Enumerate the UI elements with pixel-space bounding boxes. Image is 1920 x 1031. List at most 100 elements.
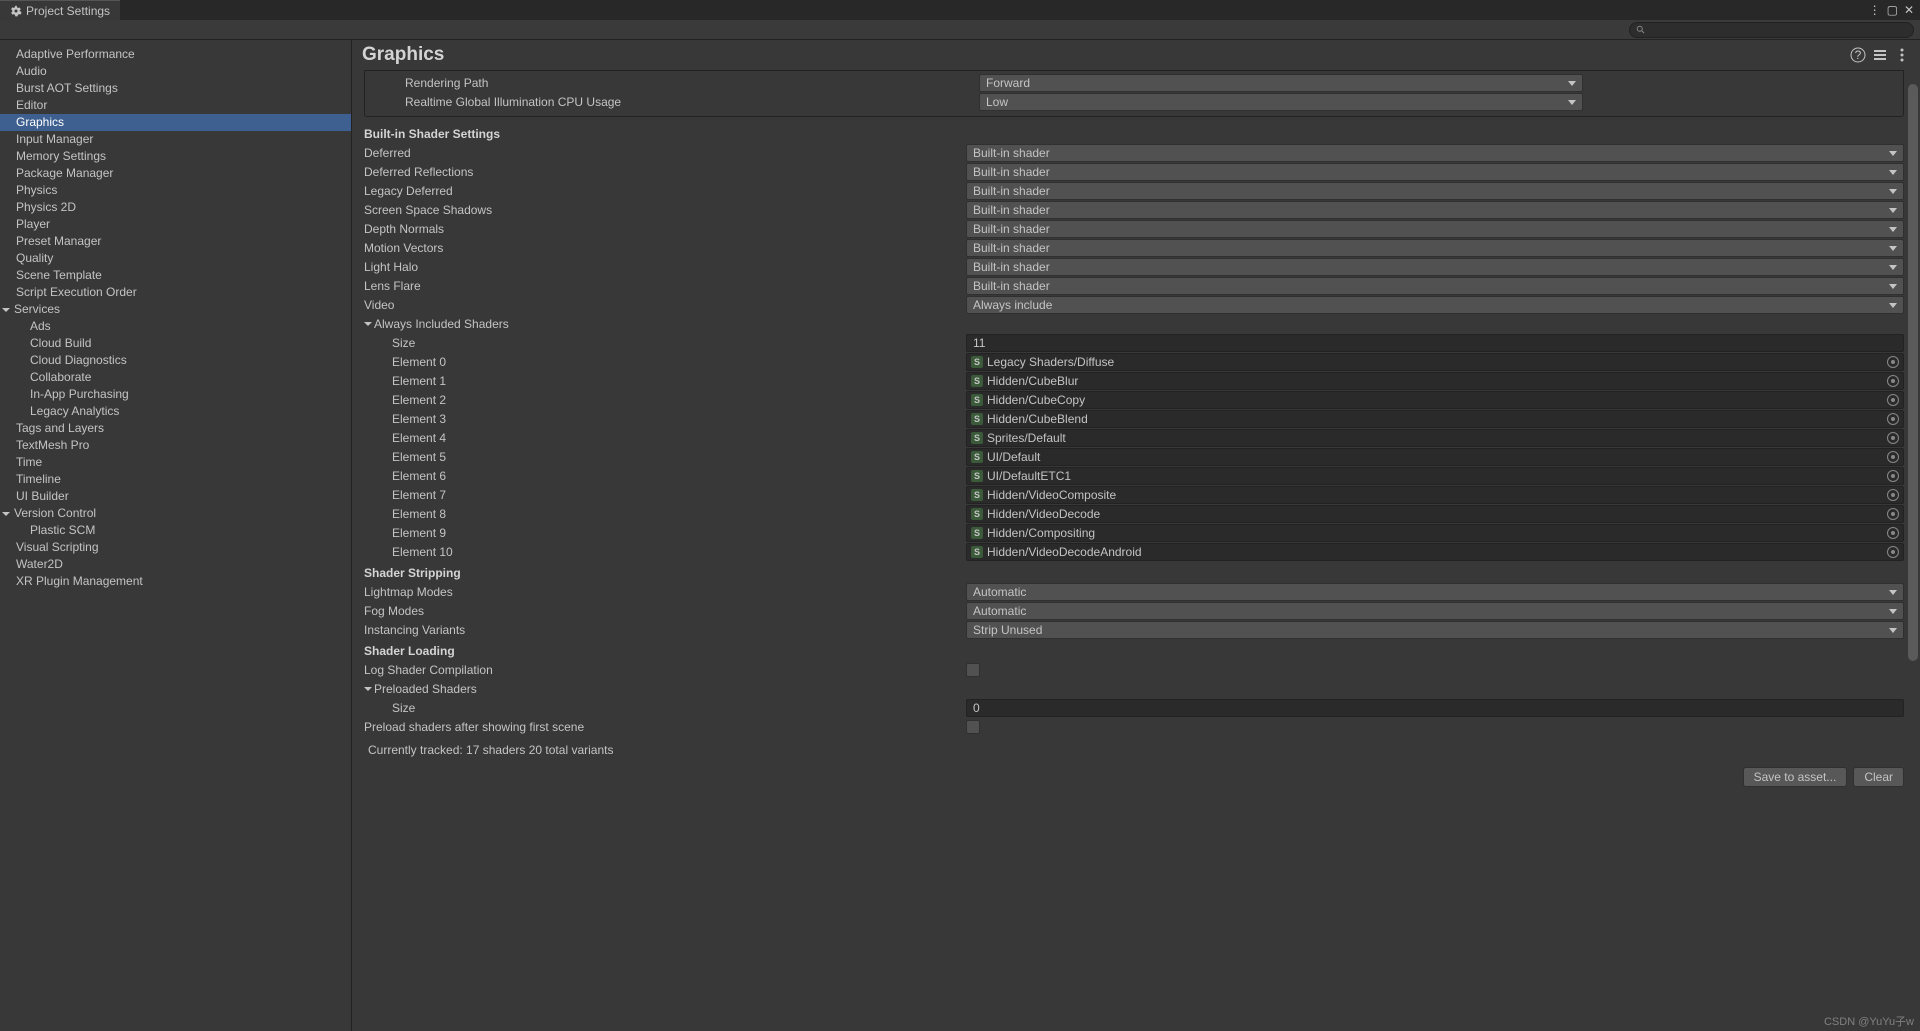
help-icon[interactable]: ? xyxy=(1850,47,1866,63)
shader-dropdown[interactable]: Built-in shader xyxy=(966,239,1904,257)
tab-bar: Project Settings ⋮ ▢ ✕ xyxy=(0,0,1920,20)
object-picker-icon[interactable] xyxy=(1887,413,1899,425)
maximize-icon[interactable]: ▢ xyxy=(1887,3,1898,17)
realtime-gi-dropdown[interactable]: Low xyxy=(979,93,1583,111)
sidebar-item-cloud-diagnostics[interactable]: Cloud Diagnostics xyxy=(0,352,351,369)
shader-object-field[interactable]: Hidden/VideoDecode xyxy=(966,505,1904,523)
sidebar-item-burst-aot-settings[interactable]: Burst AOT Settings xyxy=(0,80,351,97)
sidebar-item-cloud-build[interactable]: Cloud Build xyxy=(0,335,351,352)
sidebar-item-legacy-analytics[interactable]: Legacy Analytics xyxy=(0,403,351,420)
shader-object-field[interactable]: Legacy Shaders/Diffuse xyxy=(966,353,1904,371)
shader-object-field[interactable]: Hidden/VideoComposite xyxy=(966,486,1904,504)
object-picker-icon[interactable] xyxy=(1887,451,1899,463)
stripping-label: Instancing Variants xyxy=(352,623,966,637)
always-included-foldout[interactable]: Always Included Shaders xyxy=(352,315,1914,333)
tab-project-settings[interactable]: Project Settings xyxy=(0,0,120,20)
tab-title: Project Settings xyxy=(26,4,110,18)
sidebar-item-input-manager[interactable]: Input Manager xyxy=(0,131,351,148)
shader-object-field[interactable]: UI/Default xyxy=(966,448,1904,466)
shader-dropdown[interactable]: Built-in shader xyxy=(966,182,1904,200)
main-header: Graphics ? xyxy=(352,40,1920,70)
object-picker-icon[interactable] xyxy=(1887,394,1899,406)
element-label: Element 0 xyxy=(352,355,966,369)
close-icon[interactable]: ✕ xyxy=(1904,3,1914,17)
sidebar-item-scene-template[interactable]: Scene Template xyxy=(0,267,351,284)
element-label: Element 5 xyxy=(352,450,966,464)
preloaded-foldout[interactable]: Preloaded Shaders xyxy=(352,680,1914,698)
clear-button[interactable]: Clear xyxy=(1853,767,1904,787)
log-shader-checkbox[interactable] xyxy=(966,663,980,677)
shader-dropdown[interactable]: Built-in shader xyxy=(966,163,1904,181)
sidebar-item-visual-scripting[interactable]: Visual Scripting xyxy=(0,539,351,556)
object-picker-icon[interactable] xyxy=(1887,546,1899,558)
video-dropdown[interactable]: Always include xyxy=(966,296,1904,314)
shader-object-field[interactable]: Hidden/VideoDecodeAndroid xyxy=(966,543,1904,561)
sidebar-item-in-app-purchasing[interactable]: In-App Purchasing xyxy=(0,386,351,403)
shader-icon xyxy=(971,394,983,406)
sidebar-item-tags-and-layers[interactable]: Tags and Layers xyxy=(0,420,351,437)
stripping-label: Fog Modes xyxy=(352,604,966,618)
rendering-path-dropdown[interactable]: Forward xyxy=(979,74,1583,92)
sidebar-item-timeline[interactable]: Timeline xyxy=(0,471,351,488)
shader-dropdown[interactable]: Built-in shader xyxy=(966,201,1904,219)
shader-label: Light Halo xyxy=(352,260,966,274)
sidebar-item-graphics[interactable]: Graphics xyxy=(0,114,351,131)
shader-dropdown[interactable]: Built-in shader xyxy=(966,220,1904,238)
sidebar-item-ui-builder[interactable]: UI Builder xyxy=(0,488,351,505)
shader-object-field[interactable]: Hidden/CubeCopy xyxy=(966,391,1904,409)
preload-after-checkbox[interactable] xyxy=(966,720,980,734)
stripping-dropdown[interactable]: Strip Unused xyxy=(966,621,1904,639)
window-controls: ⋮ ▢ ✕ xyxy=(1869,0,1920,20)
object-picker-icon[interactable] xyxy=(1887,432,1899,444)
shader-object-field[interactable]: UI/DefaultETC1 xyxy=(966,467,1904,485)
sidebar-item-script-execution-order[interactable]: Script Execution Order xyxy=(0,284,351,301)
sidebar-item-xr-plugin-management[interactable]: XR Plugin Management xyxy=(0,573,351,590)
sidebar-item-version-control[interactable]: Version Control xyxy=(0,505,351,522)
sidebar-item-collaborate[interactable]: Collaborate xyxy=(0,369,351,386)
sidebar-item-physics-2d[interactable]: Physics 2D xyxy=(0,199,351,216)
shader-object-field[interactable]: Sprites/Default xyxy=(966,429,1904,447)
sidebar-item-audio[interactable]: Audio xyxy=(0,63,351,80)
object-picker-icon[interactable] xyxy=(1887,356,1899,368)
sidebar-item-time[interactable]: Time xyxy=(0,454,351,471)
sidebar-item-package-manager[interactable]: Package Manager xyxy=(0,165,351,182)
shader-dropdown[interactable]: Built-in shader xyxy=(966,144,1904,162)
sidebar-item-ads[interactable]: Ads xyxy=(0,318,351,335)
stripping-dropdown[interactable]: Automatic xyxy=(966,602,1904,620)
object-picker-icon[interactable] xyxy=(1887,489,1899,501)
included-size-input[interactable]: 11 xyxy=(966,334,1904,352)
sidebar-item-player[interactable]: Player xyxy=(0,216,351,233)
sidebar-item-quality[interactable]: Quality xyxy=(0,250,351,267)
sidebar-item-water2d[interactable]: Water2D xyxy=(0,556,351,573)
scrollbar[interactable] xyxy=(1906,70,1920,1031)
more-icon[interactable] xyxy=(1894,47,1910,63)
menu-icon[interactable]: ⋮ xyxy=(1869,3,1881,17)
sidebar-item-physics[interactable]: Physics xyxy=(0,182,351,199)
shader-object-field[interactable]: Hidden/CubeBlend xyxy=(966,410,1904,428)
shader-object-field[interactable]: Hidden/CubeBlur xyxy=(966,372,1904,390)
main-scroll[interactable]: Rendering Path Forward Realtime Global I… xyxy=(352,70,1920,1031)
element-label: Element 10 xyxy=(352,545,966,559)
object-picker-icon[interactable] xyxy=(1887,508,1899,520)
loading-title: Shader Loading xyxy=(352,640,1914,660)
object-picker-icon[interactable] xyxy=(1887,470,1899,482)
sidebar-item-textmesh-pro[interactable]: TextMesh Pro xyxy=(0,437,351,454)
shader-dropdown[interactable]: Built-in shader xyxy=(966,258,1904,276)
shader-label: Motion Vectors xyxy=(352,241,966,255)
object-picker-icon[interactable] xyxy=(1887,375,1899,387)
sidebar-item-services[interactable]: Services xyxy=(0,301,351,318)
search-input[interactable] xyxy=(1629,22,1914,38)
save-button[interactable]: Save to asset... xyxy=(1743,767,1848,787)
sidebar-item-plastic-scm[interactable]: Plastic SCM xyxy=(0,522,351,539)
stripping-dropdown[interactable]: Automatic xyxy=(966,583,1904,601)
element-label: Element 3 xyxy=(352,412,966,426)
sidebar-item-editor[interactable]: Editor xyxy=(0,97,351,114)
object-picker-icon[interactable] xyxy=(1887,527,1899,539)
sidebar-item-adaptive-performance[interactable]: Adaptive Performance xyxy=(0,46,351,63)
shader-dropdown[interactable]: Built-in shader xyxy=(966,277,1904,295)
sidebar-item-preset-manager[interactable]: Preset Manager xyxy=(0,233,351,250)
shader-object-field[interactable]: Hidden/Compositing xyxy=(966,524,1904,542)
preloaded-size-input[interactable]: 0 xyxy=(966,699,1904,717)
settings-icon[interactable] xyxy=(1872,47,1888,63)
sidebar-item-memory-settings[interactable]: Memory Settings xyxy=(0,148,351,165)
